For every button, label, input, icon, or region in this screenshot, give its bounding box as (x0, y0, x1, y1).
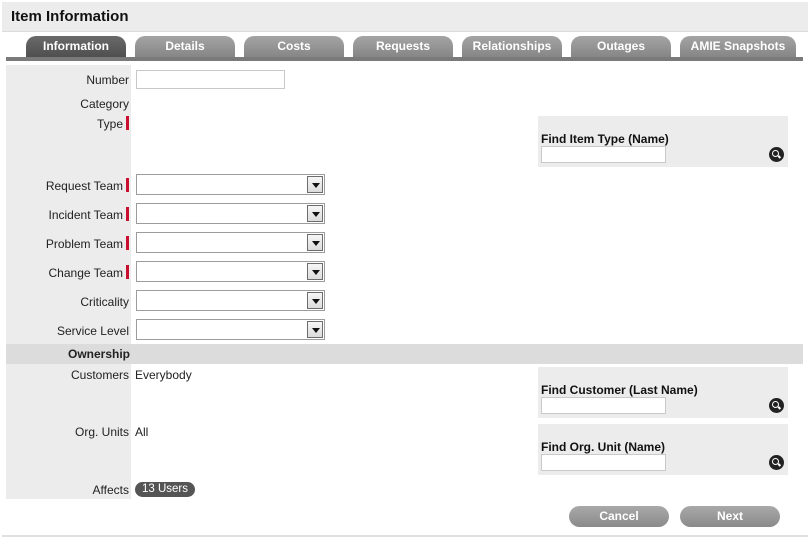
tab-details[interactable]: Details (135, 36, 235, 57)
chevron-down-icon[interactable] (307, 176, 323, 193)
bottom-divider (2, 535, 808, 537)
service-level-select[interactable] (136, 319, 325, 340)
required-marker (126, 236, 129, 250)
find-item-type-input[interactable] (541, 146, 666, 163)
chevron-down-icon[interactable] (307, 321, 323, 338)
affects-label: Affects (92, 483, 129, 497)
ownership-title: Ownership (67, 347, 130, 361)
request-team-label: Request Team (45, 179, 123, 193)
request-team-select[interactable] (136, 174, 325, 195)
number-input[interactable] (136, 70, 285, 89)
customers-label: Customers (70, 368, 129, 382)
ownership-section-header: Ownership (6, 344, 803, 364)
tab-information[interactable]: Information (26, 36, 126, 57)
tab-underline (6, 57, 803, 61)
find-customer-title: Find Customer (Last Name) (541, 383, 698, 397)
required-marker (126, 207, 129, 221)
change-team-label: Change Team (48, 266, 124, 280)
chevron-down-icon[interactable] (307, 292, 323, 309)
tab-outages[interactable]: Outages (571, 36, 671, 57)
find-item-type-title: Find Item Type (Name) (541, 132, 669, 146)
problem-team-select[interactable] (136, 232, 325, 253)
find-item-type-panel: Find Item Type (Name) (538, 116, 788, 167)
tab-costs[interactable]: Costs (244, 36, 344, 57)
find-org-unit-input[interactable] (541, 454, 666, 471)
tab-requests[interactable]: Requests (353, 36, 453, 57)
next-button[interactable]: Next (680, 506, 780, 527)
chevron-down-icon[interactable] (307, 205, 323, 222)
org-units-label: Org. Units (74, 425, 129, 439)
category-label: Category (80, 97, 129, 111)
search-icon[interactable] (769, 398, 784, 413)
search-icon[interactable] (769, 455, 784, 470)
cancel-button[interactable]: Cancel (569, 506, 669, 527)
title-bar: Item Information (2, 2, 808, 32)
org-units-value: All (135, 425, 149, 439)
find-org-unit-panel: Find Org. Unit (Name) (538, 424, 788, 475)
change-team-select[interactable] (136, 261, 325, 282)
page-title: Item Information (11, 8, 129, 25)
service-level-label: Service Level (56, 324, 129, 338)
incident-team-select[interactable] (136, 203, 325, 224)
required-marker (126, 116, 129, 130)
find-customer-input[interactable] (541, 397, 666, 414)
required-marker (126, 265, 129, 279)
required-marker (126, 178, 129, 192)
customers-value: Everybody (135, 368, 192, 382)
tab-amie-snapshots[interactable]: AMIE Snapshots (680, 36, 796, 57)
affects-users-badge[interactable]: 13 Users (135, 482, 195, 497)
type-label: Type (96, 117, 123, 131)
criticality-label: Criticality (80, 295, 129, 309)
problem-team-label: Problem Team (45, 237, 123, 251)
criticality-select[interactable] (136, 290, 325, 311)
search-icon[interactable] (769, 147, 784, 162)
incident-team-label: Incident Team (48, 208, 124, 222)
tab-relationships[interactable]: Relationships (462, 36, 562, 57)
find-org-unit-title: Find Org. Unit (Name) (541, 440, 665, 454)
find-customer-panel: Find Customer (Last Name) (538, 367, 788, 418)
number-label: Number (86, 73, 129, 87)
chevron-down-icon[interactable] (307, 234, 323, 251)
chevron-down-icon[interactable] (307, 263, 323, 280)
